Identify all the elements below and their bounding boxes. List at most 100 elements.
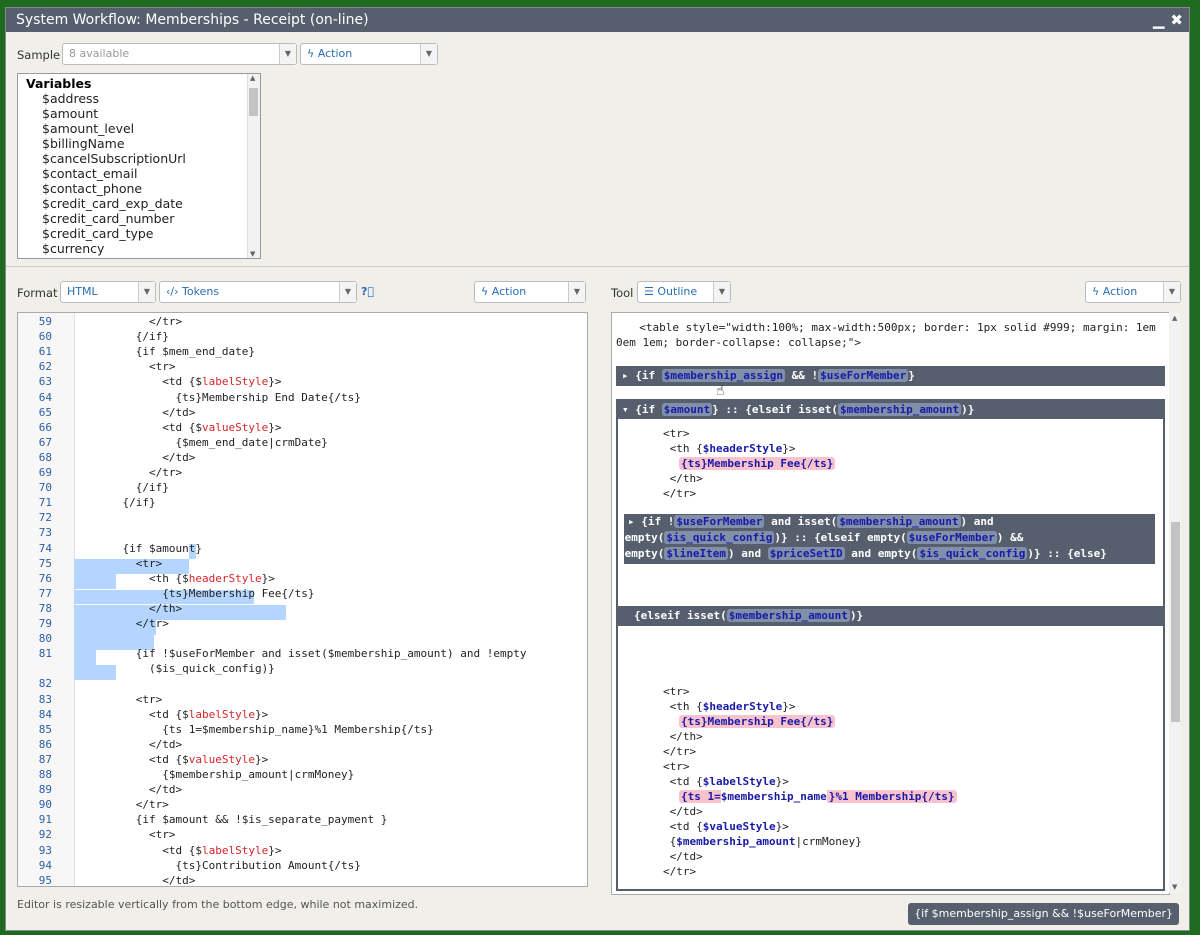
code-line[interactable]: {if $amount} <box>96 542 201 555</box>
scroll-thumb[interactable] <box>249 88 258 116</box>
code-line[interactable]: </td> <box>96 451 195 464</box>
code-line[interactable]: <tr> <box>96 828 176 841</box>
line-number: 95 <box>38 873 52 887</box>
code-line[interactable]: {/if} <box>96 481 169 494</box>
scroll-up-icon[interactable]: ▲ <box>250 74 255 82</box>
code-line[interactable]: <tr> <box>96 557 163 570</box>
variable-item[interactable]: $cancelSubscriptionUrl <box>18 151 260 166</box>
code-line[interactable]: <td {$valueStyle}> <box>96 753 268 766</box>
token-ts-open[interactable]: {ts 1= <box>679 790 721 803</box>
token-value-style[interactable]: $valueStyle <box>703 820 776 833</box>
code-line[interactable]: ($is_quick_config)} <box>96 662 275 675</box>
outline-block-elseif[interactable]: {elseif isset($membership_amount)} <box>618 606 1163 626</box>
format-action-button[interactable]: ϟ Action ▼ <box>474 281 586 303</box>
token-label-style[interactable]: $labelStyle <box>703 775 776 788</box>
code-line[interactable]: </th> <box>96 602 182 615</box>
line-number: 82 <box>38 677 52 691</box>
variables-list[interactable]: Variables $address $amount $amount_level $b… <box>17 73 261 259</box>
line-number: 89 <box>38 783 52 797</box>
variable-item[interactable]: $credit_card_number <box>18 211 260 226</box>
outline-scrollbar[interactable]: ▲ ▼ <box>1169 312 1181 893</box>
token-use-for-member-2[interactable]: $useForMember <box>674 515 765 528</box>
scroll-down-icon[interactable]: ▼ <box>1172 883 1177 891</box>
token-membership-name[interactable]: $membership_name <box>721 790 827 803</box>
token-amount[interactable]: $amount <box>661 403 713 416</box>
code-line[interactable]: <td {$labelStyle}> <box>96 375 281 388</box>
variable-item[interactable]: $address <box>18 91 260 106</box>
outline-block-amount[interactable]: ▾ {if $amount} :: {elseif isset($members… <box>616 399 1165 891</box>
outline-block-use-for-member[interactable]: ▸ {if ! $useForMember and isset($membersh… <box>618 514 1155 564</box>
token-is-quick-config[interactable]: $is_quick_config <box>664 531 775 544</box>
code-line[interactable]: </td> <box>96 738 182 751</box>
token-use-for-member-3[interactable]: $useForMember <box>906 531 997 544</box>
token-membership-amount-3[interactable]: $membership_amount <box>726 609 850 622</box>
code-line[interactable]: <tr> <box>96 360 176 373</box>
token-header-style[interactable]: $headerStyle <box>703 442 782 455</box>
code-line[interactable]: {/if} <box>96 496 155 509</box>
variables-scrollbar[interactable]: ▲ ▼ <box>247 74 260 258</box>
chevron-down-icon: ▼ <box>1163 282 1180 302</box>
token-price-set-id[interactable]: $priceSetID <box>767 547 845 560</box>
code-line[interactable]: <th {$headerStyle}> <box>96 572 275 585</box>
tokens-select[interactable]: ‹/› Tokens ▼ <box>159 281 357 303</box>
variable-item[interactable]: $contact_phone <box>18 181 260 196</box>
variable-item[interactable]: $billingName <box>18 136 260 151</box>
code-line[interactable]: {ts}Contribution Amount{/ts} <box>96 859 360 872</box>
code-line[interactable]: {ts 1=$membership_name}%1 Membership{/ts… <box>96 723 434 736</box>
code-line[interactable]: <tr> <box>96 693 163 706</box>
scroll-thumb[interactable] <box>1171 522 1180 722</box>
token-ts-rest[interactable]: }%1 Membership{/ts} <box>826 790 957 803</box>
token-header-style-2[interactable]: $headerStyle <box>703 700 782 713</box>
code-line[interactable]: {/if} <box>96 330 169 343</box>
variable-item[interactable]: $amount_level <box>18 121 260 136</box>
sample-select[interactable]: 8 available ▼ <box>62 43 297 65</box>
outline-block-membership-assign[interactable]: ▸ {if $membership_assign && ! $useForMemb… <box>616 366 1165 386</box>
outline-panel[interactable]: <table style="width:100%; max-width:500p… <box>611 312 1170 895</box>
code-line[interactable]: <td {$labelStyle}> <box>96 844 281 857</box>
code-td2-close: }> <box>775 820 789 833</box>
token-membership-assign[interactable]: $membership_assign <box>661 369 785 382</box>
code-tr-2: <tr> <box>663 685 690 698</box>
outline-block-amount-header[interactable]: ▾ {if $amount} :: {elseif isset($members… <box>618 401 1163 419</box>
breadcrumb[interactable]: {if $membership_assign && !$useForMember… <box>908 903 1179 925</box>
variable-item[interactable]: $credit_card_exp_date <box>18 196 260 211</box>
close-icon[interactable]: ✖ <box>1170 11 1183 29</box>
code-line[interactable]: <td {$labelStyle}> <box>96 708 268 721</box>
token-use-for-member[interactable]: $useForMember <box>818 369 909 382</box>
token-membership-amount-2[interactable]: $membership_amount <box>837 515 961 528</box>
token-membership-amount[interactable]: $membership_amount <box>837 403 962 416</box>
code-line[interactable]: </td> <box>96 783 182 796</box>
help-icon[interactable]: ?⃝ <box>361 285 374 298</box>
code-line[interactable]: </tr> <box>96 315 182 328</box>
code-line[interactable]: </tr> <box>96 798 169 811</box>
variable-item[interactable]: $currency <box>18 241 260 256</box>
code-editor[interactable]: 59 </tr> 60 {/if} 61 {if $mem_end_date} 62 … <box>17 312 588 887</box>
token-is-quick-config-2[interactable]: $is_quick_config <box>917 547 1028 560</box>
scroll-down-icon[interactable]: ▼ <box>250 250 255 258</box>
code-line[interactable]: </td> <box>96 406 195 419</box>
format-select[interactable]: HTML ▼ <box>60 281 156 303</box>
code-line[interactable]: <td {$valueStyle}> <box>96 421 281 434</box>
scroll-up-icon[interactable]: ▲ <box>1172 314 1177 322</box>
variable-item[interactable]: $contact_email <box>18 166 260 181</box>
minimize-icon[interactable]: ▁ <box>1153 11 1165 29</box>
code-line[interactable]: </tr> <box>96 617 169 630</box>
token-membership-amount-4[interactable]: $membership_amount <box>676 835 795 848</box>
token-membership-fee[interactable]: {ts}Membership Fee{/ts} <box>679 457 836 470</box>
code-line[interactable]: </td> <box>96 874 195 886</box>
tool-action-button[interactable]: ϟ Action ▼ <box>1085 281 1181 303</box>
variable-item[interactable]: $amount <box>18 106 260 121</box>
code-line[interactable]: {if $amount && !$is_separate_payment } <box>96 813 388 826</box>
code-line[interactable]: {ts}Membership Fee{/ts} <box>96 587 314 600</box>
code-line[interactable]: {ts}Membership End Date{/ts} <box>96 391 360 404</box>
code-line[interactable]: {$membership_amount|crmMoney} <box>96 768 354 781</box>
variable-item[interactable]: $credit_card_type <box>18 226 260 241</box>
tool-select[interactable]: ☰ Outline ▼ <box>637 281 731 303</box>
code-line[interactable]: {$mem_end_date|crmDate} <box>96 436 327 449</box>
token-line-item[interactable]: $lineItem <box>664 547 728 560</box>
code-line[interactable]: {if !$useForMember and isset($membership… <box>96 647 527 660</box>
token-membership-fee-2[interactable]: {ts}Membership Fee{/ts} <box>679 715 836 728</box>
code-line[interactable]: </tr> <box>96 466 182 479</box>
code-line[interactable]: {if $mem_end_date} <box>96 345 255 358</box>
sample-action-button[interactable]: ϟ Action ▼ <box>300 43 438 65</box>
